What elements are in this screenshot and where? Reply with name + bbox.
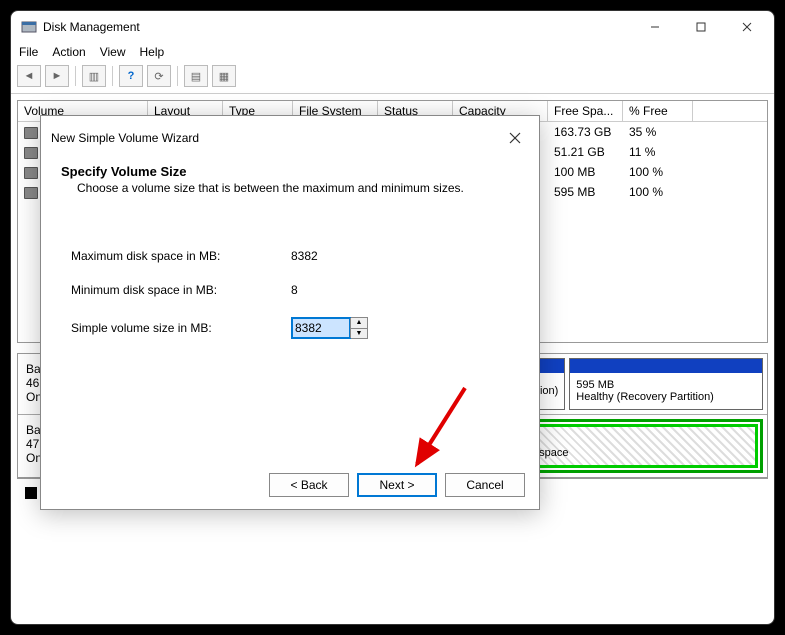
minimize-button[interactable] xyxy=(632,11,678,43)
maximize-button[interactable] xyxy=(678,11,724,43)
disk-icon xyxy=(24,187,38,199)
cancel-button[interactable]: Cancel xyxy=(445,473,525,497)
max-space-label: Maximum disk space in MB: xyxy=(71,249,291,263)
view-bottom-icon[interactable]: ▦ xyxy=(212,65,236,87)
min-space-label: Minimum disk space in MB: xyxy=(71,283,291,297)
panel-icon[interactable]: ▥ xyxy=(82,65,106,87)
swatch-unallocated xyxy=(25,487,37,499)
disk-icon xyxy=(24,167,38,179)
spinner-down-icon[interactable]: ▼ xyxy=(351,329,367,339)
volume-size-input[interactable] xyxy=(292,318,350,338)
refresh-icon[interactable]: ⟳ xyxy=(147,65,171,87)
wizard-subheading: Choose a volume size that is between the… xyxy=(61,181,519,195)
next-button[interactable]: Next > xyxy=(357,473,437,497)
disk-icon xyxy=(24,127,38,139)
wizard-close-button[interactable] xyxy=(501,124,529,152)
col-pct[interactable]: % Free xyxy=(623,101,693,121)
back-button[interactable]: < Back xyxy=(269,473,349,497)
wizard-heading: Specify Volume Size xyxy=(61,164,519,179)
max-space-value: 8382 xyxy=(291,249,411,263)
app-icon xyxy=(21,19,37,35)
view-top-icon[interactable]: ▤ xyxy=(184,65,208,87)
help-icon[interactable]: ? xyxy=(119,65,143,87)
menubar: File Action View Help xyxy=(11,43,774,63)
col-free[interactable]: Free Spa... xyxy=(548,101,623,121)
back-icon[interactable]: ◄ xyxy=(17,65,41,87)
min-space-value: 8 xyxy=(291,283,411,297)
volume-size-label: Simple volume size in MB: xyxy=(71,321,291,335)
wizard-dialog: New Simple Volume Wizard Specify Volume … xyxy=(40,115,540,510)
close-button[interactable] xyxy=(724,11,770,43)
titlebar: Disk Management xyxy=(11,11,774,43)
toolbar: ◄ ► ▥ ? ⟳ ▤ ▦ xyxy=(11,63,774,94)
partition-free[interactable]: Free space xyxy=(504,424,758,468)
forward-icon[interactable]: ► xyxy=(45,65,69,87)
wizard-titlebar: New Simple Volume Wizard xyxy=(41,116,539,160)
window-title: Disk Management xyxy=(43,20,632,34)
volume-size-spinner: ▲ ▼ xyxy=(291,317,368,339)
menu-file[interactable]: File xyxy=(19,45,38,59)
wizard-header: Specify Volume Size Choose a volume size… xyxy=(41,160,539,209)
disk-icon xyxy=(24,147,38,159)
menu-help[interactable]: Help xyxy=(140,45,165,59)
menu-action[interactable]: Action xyxy=(52,45,85,59)
menu-view[interactable]: View xyxy=(100,45,126,59)
spinner-up-icon[interactable]: ▲ xyxy=(351,318,367,329)
wizard-title: New Simple Volume Wizard xyxy=(51,131,501,145)
partition-recovery[interactable]: 595 MB Healthy (Recovery Partition) xyxy=(569,358,763,410)
